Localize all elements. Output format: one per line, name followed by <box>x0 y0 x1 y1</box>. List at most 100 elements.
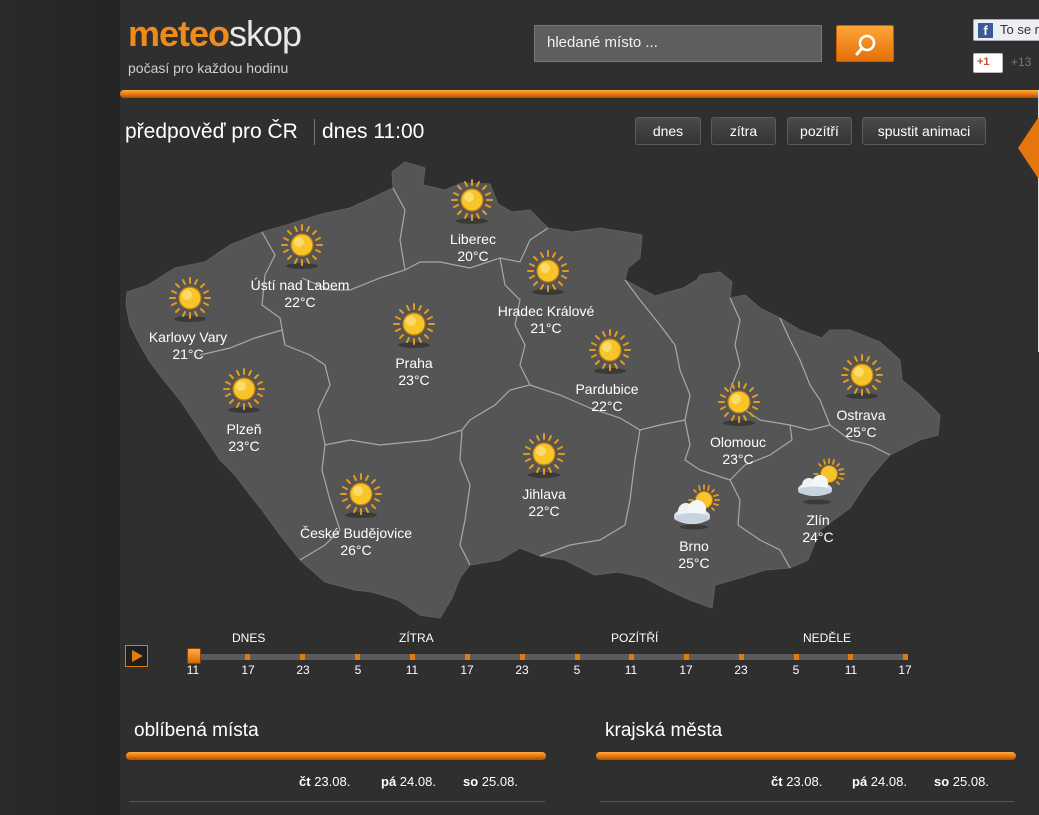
regional-title: krajská města <box>605 720 723 741</box>
date: 25.08. <box>481 774 518 789</box>
timeline-tick[interactable] <box>848 654 853 660</box>
weekday: so <box>934 774 950 789</box>
favorites-date: so 25.08. <box>463 774 518 789</box>
timeline-track[interactable] <box>190 654 908 660</box>
regional-row-divider <box>600 801 1014 802</box>
weekday: čt <box>771 774 783 789</box>
timeline-day-label: ZÍTRA <box>399 631 434 645</box>
city-temperature: 26°C <box>340 542 372 558</box>
sun-icon <box>527 250 569 295</box>
timeline-hour-label: 17 <box>679 663 693 677</box>
city-temperature: 23°C <box>228 438 260 454</box>
city-name: Karlovy Vary <box>148 329 228 345</box>
timeline-hour-label: 17 <box>898 663 912 677</box>
city-name: Jihlava <box>522 486 566 502</box>
timeline-tick[interactable] <box>903 654 908 660</box>
city-label: Zlín 24°C <box>738 512 898 546</box>
timeline-tick[interactable] <box>410 654 415 660</box>
play-button[interactable] <box>125 645 148 667</box>
city-name: Plzeň <box>226 421 262 437</box>
sun-icon <box>451 179 493 224</box>
timeline-hour-label: 5 <box>354 663 362 677</box>
city-label: Pardubice 22°C <box>527 381 687 415</box>
timeline-hour-label: 11 <box>405 663 419 677</box>
city-label: Praha 23°C <box>334 355 494 389</box>
sun-icon <box>841 354 883 399</box>
timeline-hour-label: 17 <box>460 663 474 677</box>
timeline-hour-label: 11 <box>624 663 638 677</box>
timeline-slider-handle[interactable] <box>187 648 201 664</box>
city-temperature: 22°C <box>591 398 623 414</box>
city-label: Jihlava 22°C <box>464 486 624 520</box>
city-temperature: 23°C <box>398 372 430 388</box>
timeline-tick[interactable] <box>739 654 744 660</box>
timeline-tick[interactable] <box>245 654 250 660</box>
city-name: Hradec Králové <box>497 303 595 319</box>
city-label: Karlovy Vary 21°C <box>108 329 268 363</box>
city-temperature: 25°C <box>845 424 877 440</box>
city-name: Zlín <box>806 512 830 528</box>
date: 25.08. <box>952 774 989 789</box>
timeline-tick[interactable] <box>575 654 580 660</box>
weekday: so <box>463 774 479 789</box>
city-name: Ústí nad Labem <box>250 277 350 293</box>
city-name: České Budějovice <box>299 525 413 541</box>
timeline-tick[interactable] <box>684 654 689 660</box>
sun-icon <box>393 303 435 348</box>
timeline-hour-label: 5 <box>573 663 581 677</box>
city-temperature: 25°C <box>678 555 710 571</box>
favorites-row-divider <box>129 801 545 802</box>
regional-date: pá 24.08. <box>852 774 907 789</box>
favorites-title: oblíbená místa <box>134 720 259 741</box>
sun-icon <box>169 277 211 322</box>
timeline-hour-label: 11 <box>844 663 858 677</box>
timeline-hour-label: 5 <box>792 663 800 677</box>
city-temperature: 22°C <box>528 503 560 519</box>
city-label: České Budějovice 26°C <box>276 525 436 559</box>
city-label: Ostrava 25°C <box>781 407 941 441</box>
sun-icon <box>589 329 631 374</box>
timeline-tick[interactable] <box>355 654 360 660</box>
date: 24.08. <box>870 774 907 789</box>
sun-icon <box>281 224 323 269</box>
favorites-date: čt 23.08. <box>299 774 350 789</box>
date: 24.08. <box>399 774 436 789</box>
sun-icon <box>718 381 760 426</box>
timeline-hour-label: 23 <box>296 663 310 677</box>
timeline-day-label: NEDĚLE <box>803 631 852 645</box>
city-temperature: 24°C <box>802 529 834 545</box>
timeline-tick[interactable] <box>629 654 634 660</box>
partly-cloudy-icon <box>798 458 845 505</box>
city-name: Pardubice <box>575 381 639 397</box>
weekday: čt <box>299 774 311 789</box>
city-label: Plzeň 23°C <box>164 421 324 455</box>
timeline-tick[interactable] <box>300 654 305 660</box>
regional-date: so 25.08. <box>934 774 989 789</box>
favorites-date: pá 24.08. <box>381 774 436 789</box>
city-name: Liberec <box>450 231 496 247</box>
city-temperature: 22°C <box>284 294 316 310</box>
partly-cloudy-icon <box>674 484 720 530</box>
timeline-day-label: POZÍTŘÍ <box>611 631 659 645</box>
timeline-tick[interactable] <box>794 654 799 660</box>
city-name: Ostrava <box>836 407 886 423</box>
city-temperature: 21°C <box>172 346 204 362</box>
play-icon <box>132 650 143 662</box>
timeline-hour-label: 23 <box>515 663 529 677</box>
timeline-tick[interactable] <box>520 654 525 660</box>
sun-icon <box>223 368 265 413</box>
regional-divider <box>596 752 1016 760</box>
weekday: pá <box>852 774 868 789</box>
city-label: Ústí nad Labem 22°C <box>220 277 380 311</box>
timeline-hour-label: 23 <box>734 663 748 677</box>
weekday: pá <box>381 774 397 789</box>
city-name: Praha <box>395 355 433 371</box>
date: 23.08. <box>314 774 351 789</box>
timeline-tick[interactable] <box>465 654 470 660</box>
timeline-hour-label: 11 <box>186 663 200 677</box>
regional-date: čt 23.08. <box>771 774 822 789</box>
favorites-divider <box>126 752 546 760</box>
date: 23.08. <box>786 774 823 789</box>
sun-icon <box>340 473 382 518</box>
timeline-day-label: DNES <box>232 631 266 645</box>
